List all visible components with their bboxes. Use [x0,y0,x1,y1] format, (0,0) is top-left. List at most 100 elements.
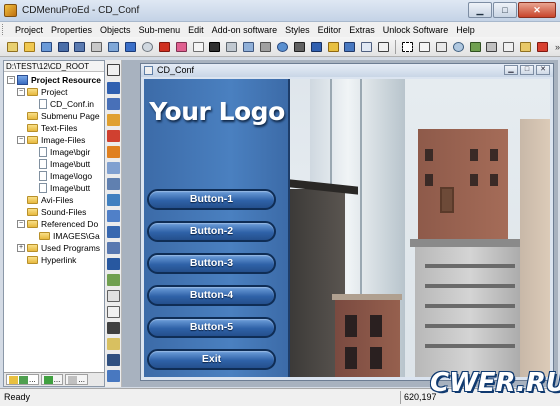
video-tool-icon[interactable] [107,194,120,206]
save-all-icon[interactable] [73,40,88,54]
menu-icon[interactable] [309,40,324,54]
exit-button[interactable]: Exit [147,349,276,370]
textbox-icon[interactable] [359,40,374,54]
list-tool-icon[interactable] [107,178,120,190]
menu-button-3[interactable]: Button-3 [147,253,276,274]
menu-extras[interactable]: Extras [345,25,379,35]
menu-add-on-software[interactable]: Add-on software [208,25,282,35]
monitor-icon[interactable] [241,40,256,54]
menu-project[interactable]: Project [11,25,47,35]
open-icon[interactable] [22,40,37,54]
globe-icon[interactable] [275,40,290,54]
copy-icon[interactable] [501,40,516,54]
close-button[interactable]: ✕ [518,2,556,18]
menu-objects[interactable]: Objects [96,25,135,35]
image-icon[interactable] [208,40,223,54]
select-icon[interactable] [400,40,415,54]
calendar-tool-icon[interactable] [107,306,120,318]
tree-item[interactable]: − Referenced Do [17,218,98,230]
tree-item[interactable]: Image\butt [29,182,90,194]
tree-item[interactable]: Image\bgir [29,146,90,158]
tree-item[interactable]: IMAGES\Ga [29,230,100,242]
tree-item[interactable]: Text-Files [17,122,77,134]
toolbar-overflow-button[interactable]: » [555,42,560,52]
menu-button-5[interactable]: Button-5 [147,317,276,338]
menu-edit[interactable]: Edit [184,25,208,35]
wizard-tool-icon[interactable] [107,114,120,126]
maximize-button[interactable]: □ [493,2,517,18]
image-tool-icon[interactable] [107,162,120,174]
pdf-tool-icon[interactable] [107,258,120,270]
document-close-button[interactable]: ✕ [536,65,550,75]
gallery-icon[interactable] [468,40,483,54]
menu-editor[interactable]: Editor [314,25,346,35]
burn-icon[interactable] [157,40,172,54]
cd-icon[interactable] [140,40,155,54]
lock-tool-icon[interactable] [107,338,120,350]
cut-icon[interactable] [484,40,499,54]
tree-item[interactable]: + Used Programs [17,242,100,254]
text-icon[interactable] [191,40,206,54]
picture-tool-icon[interactable] [107,274,120,286]
help-tool-icon[interactable] [107,64,120,76]
sound-tool-icon[interactable] [107,210,120,222]
help-icon[interactable] [123,40,138,54]
save-icon[interactable] [56,40,71,54]
flash-tool-icon[interactable] [107,242,120,254]
tree-item[interactable]: Avi-Files [17,194,73,206]
wizard-icon[interactable] [39,40,54,54]
panel-icon[interactable] [343,40,358,54]
export-tool-icon[interactable] [107,370,120,382]
menubar-grip[interactable] [2,24,5,35]
film-tool-icon[interactable] [107,322,120,334]
tree-item[interactable]: CD_Conf.in [29,98,94,110]
tree-item[interactable]: Image\butt [29,158,90,170]
panel-tab-resources[interactable]: ... [40,374,64,385]
sound-icon[interactable] [326,40,341,54]
cd-menu-panel[interactable]: Your Logo Button-1 Button-2 Button-3 But… [144,79,290,377]
paste-icon[interactable] [518,40,533,54]
menu-button-1[interactable]: Button-1 [147,189,276,210]
preview-icon[interactable] [106,40,121,54]
tree-expander[interactable]: − [17,220,25,228]
tree-expander[interactable]: + [17,244,25,252]
panel-tab-objects[interactable]: ... [65,374,89,385]
menu-help[interactable]: Help [452,25,479,35]
search-icon[interactable] [451,40,466,54]
delete-icon[interactable] [535,40,550,54]
copy-frame-icon[interactable] [417,40,432,54]
camera-icon[interactable] [258,40,273,54]
menu-sub-menu[interactable]: Sub-menu [135,25,185,35]
link-tool-icon[interactable] [107,226,120,238]
document-minimize-button[interactable]: ▁ [504,65,518,75]
menu-unlock-software[interactable]: Unlock Software [379,25,453,35]
picture-icon[interactable] [434,40,449,54]
tree-item[interactable]: − Project Resource [7,74,101,86]
menu-button-2[interactable]: Button-2 [147,221,276,242]
background-photo[interactable] [290,79,550,377]
text-tool-icon[interactable] [107,130,120,142]
tree-expander[interactable]: − [7,76,15,84]
color-icon[interactable] [174,40,189,54]
shape-tool-icon[interactable] [107,146,120,158]
link-icon[interactable] [376,40,391,54]
button-tool-icon[interactable] [107,82,120,94]
tree-expander[interactable]: − [17,136,25,144]
film-icon[interactable] [292,40,307,54]
menu-button-4[interactable]: Button-4 [147,285,276,306]
panel-tab-project[interactable]: ... [6,374,39,385]
tree-expander[interactable]: − [17,88,25,96]
tree-item[interactable]: Sound-Files [17,206,86,218]
tree-item[interactable]: Image\logo [29,170,92,182]
tree-item[interactable]: − Project [17,86,67,98]
document-maximize-button[interactable]: □ [520,65,534,75]
minimize-button[interactable]: ▁ [468,2,492,18]
tree-item[interactable]: Submenu Page [17,110,100,122]
menu-styles[interactable]: Styles [281,25,314,35]
button-icon[interactable] [224,40,239,54]
logo-text[interactable]: Your Logo [144,97,290,126]
menu-tool-icon[interactable] [107,98,120,110]
print-icon[interactable] [89,40,104,54]
new-project-icon[interactable] [5,40,20,54]
gallery-tool-icon[interactable] [107,354,120,366]
